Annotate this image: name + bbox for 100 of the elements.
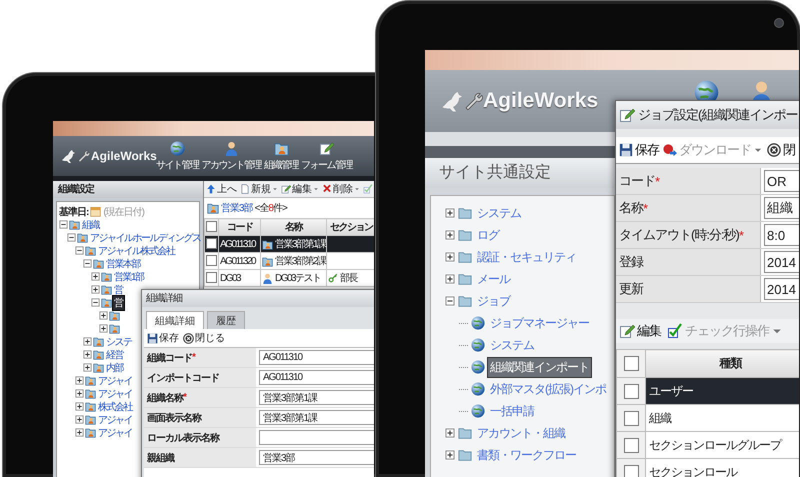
tree-item[interactable]: 認証・セキュリティ [475, 248, 578, 266]
table-cell[interactable]: セクションロールグループ [646, 432, 799, 458]
tree-item[interactable]: アカウント・組織 [475, 424, 567, 442]
tree-item[interactable]: 経営 [105, 348, 124, 362]
folder-icon [458, 448, 472, 462]
nav-item[interactable]: フォーム管理 [301, 140, 352, 172]
column-header[interactable]: コード [218, 218, 260, 236]
tree-item[interactable]: 営業1部 [113, 270, 145, 284]
tree-item[interactable]: 営 [113, 282, 124, 296]
column-header[interactable]: 種類 [646, 350, 799, 378]
toolbar-button[interactable]: 上へ [206, 182, 237, 196]
input-field[interactable]: 営業3部第1課 [259, 410, 374, 425]
tree-item[interactable]: ログ [475, 226, 501, 244]
checkbox[interactable] [624, 464, 638, 477]
checkbox[interactable] [624, 356, 638, 372]
expand-icon[interactable] [99, 324, 108, 333]
table-cell[interactable]: セクションロール [646, 458, 799, 477]
tree-item[interactable]: ジョブ [475, 292, 512, 310]
checkbox[interactable] [624, 384, 638, 399]
expand-icon[interactable] [75, 389, 84, 398]
expand-icon[interactable] [75, 428, 84, 437]
input-field[interactable]: 8:0 [764, 224, 799, 246]
tree-item[interactable]: メール [475, 270, 512, 288]
expand-icon[interactable] [75, 402, 84, 411]
tree-item[interactable]: 組織 [81, 218, 100, 232]
tab[interactable]: 履歴 [207, 311, 245, 329]
expand-icon[interactable] [83, 337, 92, 346]
input-field[interactable]: 営業3部第1課 [259, 390, 374, 405]
expand-icon[interactable] [445, 428, 455, 438]
table-cell[interactable]: 組織 [646, 404, 799, 432]
expand-icon[interactable] [75, 415, 84, 424]
tree-item[interactable]: 組織関連インポート [488, 358, 591, 376]
toolbar-button[interactable]: 削除 [322, 182, 360, 196]
nav-item[interactable]: アカウント管理 [202, 140, 261, 172]
input-field[interactable] [259, 430, 374, 445]
calendar-icon[interactable] [90, 206, 102, 217]
input-field[interactable]: 2014 [764, 278, 799, 300]
collapse-icon[interactable] [75, 246, 84, 255]
breadcrumb-link[interactable]: 営業3部 [221, 201, 253, 215]
column-header[interactable]: 名称 [260, 218, 326, 236]
toolbar-button[interactable]: 新規 [240, 182, 278, 196]
toolbar-button[interactable]: 編集 [281, 182, 319, 196]
collapse-icon[interactable] [445, 296, 455, 306]
tree-item[interactable]: ジョブマネージャー [488, 314, 591, 332]
tree-item[interactable]: 株式会社 [97, 400, 133, 414]
collapse-icon[interactable] [83, 259, 92, 268]
collapse-icon[interactable] [59, 220, 68, 229]
checkbox[interactable] [624, 438, 638, 453]
expand-icon[interactable] [445, 252, 455, 262]
column-header[interactable]: セクション [326, 218, 374, 236]
expand-icon[interactable] [445, 230, 455, 240]
expand-icon[interactable] [91, 285, 100, 294]
input-field[interactable]: AG011310 [259, 370, 374, 385]
tree-item[interactable]: 一括申請 [488, 402, 536, 420]
tree-item[interactable]: アジャイ [97, 374, 133, 388]
expand-icon[interactable] [83, 363, 92, 372]
tree-item[interactable]: システ [105, 334, 132, 348]
table-row[interactable]: AG011320 営業3部第2課 [204, 252, 374, 270]
input-field[interactable]: 組織 [764, 197, 799, 219]
tree-item[interactable]: アジャイルホールディングス [89, 230, 202, 244]
input-field[interactable]: 営業3部 [259, 450, 374, 465]
expand-icon[interactable] [445, 274, 455, 284]
expand-icon[interactable] [83, 350, 92, 359]
collapse-icon[interactable] [91, 298, 100, 307]
toolbar-button[interactable]: 閉じる [183, 331, 225, 345]
checkbox[interactable] [206, 221, 217, 232]
table-cell[interactable]: ユーザー [646, 378, 799, 404]
tree-item[interactable]: 内部 [105, 360, 124, 374]
checkbox[interactable] [206, 272, 217, 284]
tree-item[interactable]: アジャイ [97, 426, 133, 440]
tree-item[interactable]: 営 [113, 296, 124, 310]
expand-icon[interactable] [445, 450, 455, 460]
expand-icon[interactable] [75, 376, 84, 385]
collapse-icon[interactable] [67, 233, 76, 242]
tree-item[interactable]: アジャイ [97, 386, 133, 400]
nav-item[interactable]: サイト管理 [156, 140, 198, 172]
tree-item[interactable]: アジャイル株式会社 [97, 244, 176, 258]
toolbar-button[interactable]: 編集 [619, 322, 661, 340]
expand-icon[interactable] [99, 311, 108, 320]
tab[interactable]: 組織詳細 [146, 311, 204, 329]
checkbox[interactable] [206, 238, 217, 250]
table-row[interactable]: AG011310 営業3部第1課 [204, 236, 374, 252]
toolbar-button[interactable]: 保存 [619, 141, 659, 159]
input-field[interactable]: AG011310 [259, 350, 374, 365]
tree-item[interactable]: システム [475, 204, 523, 222]
expand-icon[interactable] [91, 272, 100, 281]
tree-item[interactable]: 外部マスタ(拡張)インポ [488, 380, 608, 398]
expand-icon[interactable] [445, 208, 455, 218]
input-field[interactable]: OR [764, 170, 799, 192]
input-field[interactable]: 2014 [764, 251, 799, 273]
tree-item[interactable]: 営業本部 [105, 256, 141, 270]
tree-item[interactable]: システム [488, 336, 536, 354]
checkbox[interactable] [206, 255, 217, 266]
tree-item[interactable]: 書類・ワークフロー [475, 446, 578, 464]
toolbar-button[interactable]: 閉 [767, 141, 795, 159]
table-row[interactable]: DG03 DG03テスト 部長 [204, 270, 374, 286]
nav-item[interactable]: 組織管理 [264, 140, 298, 172]
checkbox[interactable] [624, 410, 638, 426]
toolbar-button[interactable]: 保存 [147, 331, 179, 345]
tree-item[interactable]: アジャイ [97, 412, 133, 426]
